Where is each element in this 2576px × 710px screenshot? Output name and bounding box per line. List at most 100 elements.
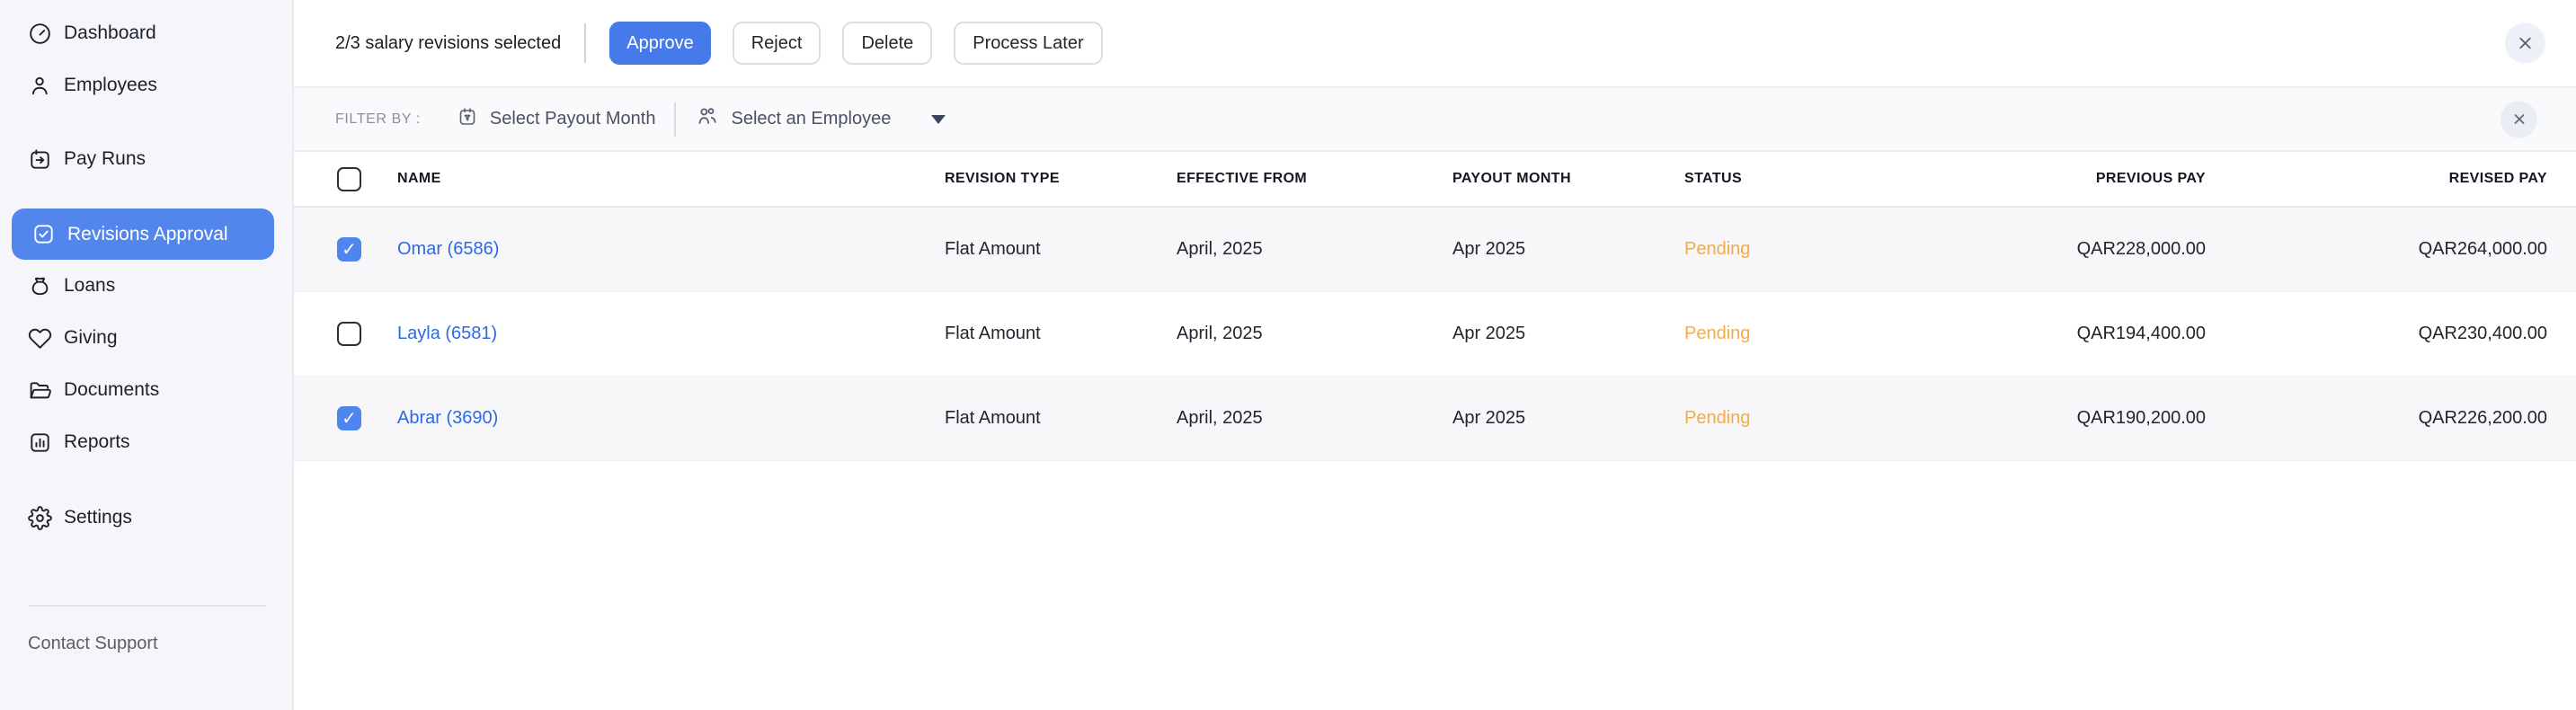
sidebar-item-label: Loans: [64, 275, 115, 297]
row-checkbox[interactable]: [337, 406, 361, 430]
column-header-effective-from: EFFECTIVE FROM: [1177, 171, 1452, 187]
payout-month-cell: Apr 2025: [1452, 239, 1684, 260]
effective-from-cell: April, 2025: [1177, 239, 1452, 260]
employee-filter[interactable]: Select an Employee: [695, 104, 946, 134]
folder-icon: [28, 378, 52, 403]
person-icon: [28, 74, 52, 98]
sidebar-item-label: Reports: [64, 431, 130, 453]
close-icon: [2511, 111, 2527, 128]
process-later-button[interactable]: Process Later: [954, 22, 1102, 65]
table-row: Omar (6586) Flat Amount April, 2025 Apr …: [294, 208, 2576, 292]
heart-icon: [28, 326, 52, 351]
selection-count-text: 2/3 salary revisions selected: [335, 33, 561, 54]
employee-filter-label: Select an Employee: [731, 109, 891, 129]
check-square-icon: [31, 222, 56, 246]
column-header-revised-pay: REVISED PAY: [2233, 171, 2574, 187]
close-action-bar-button[interactable]: [2505, 23, 2545, 64]
name-cell: Abrar (3690): [397, 408, 945, 429]
filter-by-label: FILTER BY :: [335, 111, 421, 128]
payout-month-cell: Apr 2025: [1452, 324, 1684, 344]
name-cell: Omar (6586): [397, 239, 945, 260]
sidebar-item-loans[interactable]: Loans: [0, 260, 292, 312]
row-checkbox[interactable]: [337, 322, 361, 346]
sidebar-item-label: Settings: [64, 507, 132, 528]
row-checkbox-cell: [294, 406, 397, 430]
select-all-checkbox[interactable]: [337, 167, 361, 191]
row-checkbox-cell: [294, 237, 397, 262]
sidebar-item-revisions-approval[interactable]: Revisions Approval: [12, 209, 274, 260]
bar-chart-icon: [28, 430, 52, 455]
column-header-revision-type: REVISION TYPE: [945, 171, 1177, 187]
table-row: Layla (6581) Flat Amount April, 2025 Apr…: [294, 292, 2576, 377]
column-header-status: STATUS: [1684, 171, 1888, 187]
previous-pay-cell: QAR228,000.00: [1888, 239, 2233, 260]
sidebar-group-main: Dashboard Employees: [0, 7, 292, 111]
sidebar-group-operations: Revisions Approval Loans Giving: [0, 209, 292, 468]
revisions-table: NAME REVISION TYPE EFFECTIVE FROM PAYOUT…: [294, 152, 2576, 461]
revised-pay-cell: QAR264,000.00: [2233, 239, 2574, 260]
revision-type-cell: Flat Amount: [945, 324, 1177, 344]
employee-name-link[interactable]: Omar (6586): [397, 239, 499, 259]
clear-filters-button[interactable]: [2500, 101, 2537, 138]
header-checkbox-cell: [294, 167, 397, 191]
delete-button[interactable]: Delete: [842, 22, 932, 65]
revised-pay-cell: QAR226,200.00: [2233, 408, 2574, 429]
sidebar-nav: Dashboard Employees Pay Runs: [0, 0, 292, 565]
sidebar-divider: [28, 605, 266, 607]
approve-button[interactable]: Approve: [609, 22, 711, 65]
row-checkbox-cell: [294, 322, 397, 346]
gauge-icon: [28, 22, 52, 46]
row-checkbox[interactable]: [337, 237, 361, 262]
revised-pay-cell: QAR230,400.00: [2233, 324, 2574, 344]
money-bag-icon: [28, 274, 52, 298]
effective-from-cell: April, 2025: [1177, 408, 1452, 429]
sidebar-item-dashboard[interactable]: Dashboard: [0, 7, 292, 59]
main-content: 2/3 salary revisions selected Approve Re…: [294, 0, 2576, 710]
sidebar-item-settings[interactable]: Settings: [0, 492, 292, 544]
sidebar-item-reports[interactable]: Reports: [0, 416, 292, 468]
sidebar-item-label: Giving: [64, 327, 118, 349]
gear-icon: [28, 506, 52, 530]
sidebar-item-employees[interactable]: Employees: [0, 59, 292, 111]
status-badge: Pending: [1684, 408, 1888, 429]
employee-name-link[interactable]: Layla (6581): [397, 324, 497, 343]
sidebar-item-label: Pay Runs: [64, 148, 146, 170]
payout-month-cell: Apr 2025: [1452, 408, 1684, 429]
filter-divider: [674, 102, 676, 137]
sidebar-item-pay-runs[interactable]: Pay Runs: [0, 133, 292, 185]
previous-pay-cell: QAR194,400.00: [1888, 324, 2233, 344]
payout-month-filter-label: Select Payout Month: [490, 109, 656, 129]
calendar-arrow-icon: [28, 147, 52, 172]
revision-type-cell: Flat Amount: [945, 408, 1177, 429]
table-header-row: NAME REVISION TYPE EFFECTIVE FROM PAYOUT…: [294, 152, 2576, 208]
chevron-down-icon: [931, 115, 946, 124]
table-row: Abrar (3690) Flat Amount April, 2025 Apr…: [294, 377, 2576, 461]
sidebar-item-giving[interactable]: Giving: [0, 312, 292, 364]
payout-month-filter[interactable]: Select Payout Month: [457, 106, 656, 133]
sidebar-group-payruns: Pay Runs: [0, 133, 292, 185]
sidebar-item-documents[interactable]: Documents: [0, 364, 292, 416]
sidebar-item-label: Documents: [64, 379, 159, 401]
contact-support-link[interactable]: Contact Support: [0, 617, 292, 670]
sidebar-group-settings: Settings: [0, 492, 292, 544]
effective-from-cell: April, 2025: [1177, 324, 1452, 344]
filter-bar: FILTER BY : Select Payout Month Select a…: [294, 86, 2576, 152]
reject-button[interactable]: Reject: [733, 22, 822, 65]
sidebar-item-label: Dashboard: [64, 22, 156, 44]
previous-pay-cell: QAR190,200.00: [1888, 408, 2233, 429]
employee-name-link[interactable]: Abrar (3690): [397, 408, 498, 428]
column-header-previous-pay: PREVIOUS PAY: [1888, 171, 2233, 187]
column-header-payout-month: PAYOUT MONTH: [1452, 171, 1684, 187]
action-bar-divider: [584, 23, 586, 63]
action-bar: 2/3 salary revisions selected Approve Re…: [294, 0, 2576, 86]
name-cell: Layla (6581): [397, 324, 945, 344]
calendar-filter-icon: [457, 106, 478, 133]
close-icon: [2516, 34, 2535, 53]
revision-type-cell: Flat Amount: [945, 239, 1177, 260]
sidebar-item-label: Employees: [64, 75, 157, 96]
revisions-approval-page: Dashboard Employees Pay Runs: [0, 0, 2576, 710]
users-icon: [695, 104, 719, 134]
status-badge: Pending: [1684, 324, 1888, 344]
sidebar-item-label: Revisions Approval: [67, 224, 228, 245]
status-badge: Pending: [1684, 239, 1888, 260]
